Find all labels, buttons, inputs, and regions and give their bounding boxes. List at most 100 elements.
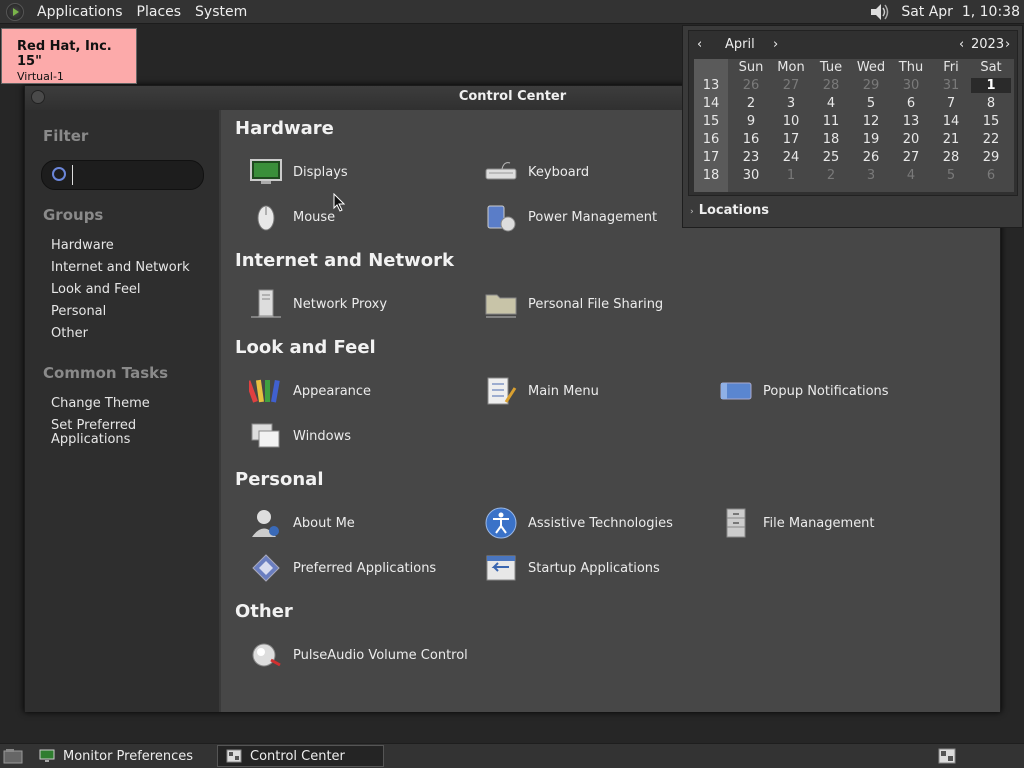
calendar-today[interactable]: 1	[971, 78, 1011, 93]
distro-logo-icon[interactable]	[6, 2, 24, 21]
calendar-day[interactable]: 3	[851, 168, 891, 183]
item-main-menu[interactable]: Main Menu	[484, 371, 599, 411]
calendar-day[interactable]: 31	[931, 78, 971, 93]
taskbar-control-center[interactable]: Control Center	[217, 745, 385, 767]
calendar-day[interactable]: 11	[811, 114, 851, 129]
calendar-day[interactable]: 24	[771, 150, 811, 165]
calendar-day[interactable]: 19	[851, 132, 891, 147]
calendar-day[interactable]: 13	[891, 114, 931, 129]
item-power-management[interactable]: Power Management	[484, 197, 657, 237]
next-year-button[interactable]: ›	[1005, 37, 1010, 52]
calendar-day[interactable]: 29	[971, 150, 1011, 165]
sidebar-item-internet-network[interactable]: Internet and Network	[51, 257, 190, 279]
item-personal-file-sharing[interactable]: Personal File Sharing	[484, 284, 663, 324]
sidebar-item-other[interactable]: Other	[51, 323, 190, 345]
locations-label: Locations	[698, 203, 770, 218]
item-displays[interactable]: Displays	[249, 152, 348, 192]
calendar-day[interactable]: 10	[771, 114, 811, 129]
item-label: File Management	[763, 515, 875, 531]
clock[interactable]: Sat Apr 1, 10:38	[901, 4, 1024, 20]
calendar-day[interactable]: 8	[971, 96, 1011, 111]
calendar-day[interactable]: 29	[851, 78, 891, 93]
folder-share-icon	[485, 294, 517, 318]
menu-places[interactable]: Places	[130, 4, 189, 20]
menu-applications[interactable]: Applications	[30, 4, 130, 20]
next-month-button[interactable]: ›	[773, 37, 778, 52]
calendar-day[interactable]: 18	[811, 132, 851, 147]
item-startup-applications[interactable]: Startup Applications	[484, 548, 660, 588]
calendar-day[interactable]: 23	[731, 150, 771, 165]
tray-control-center-icon[interactable]	[938, 748, 956, 764]
prev-month-button[interactable]: ‹	[697, 37, 702, 52]
calendar-week-row: 16 16 17 18 19 20 21 22	[694, 132, 1014, 150]
item-appearance[interactable]: Appearance	[249, 371, 371, 411]
weekday-label: Sat	[980, 60, 1002, 75]
calendar-day[interactable]: 26	[731, 78, 771, 93]
calendar-day[interactable]: 2	[811, 168, 851, 183]
calendar-day[interactable]: 5	[851, 96, 891, 111]
windows-icon	[251, 423, 280, 448]
task-change-theme[interactable]: Change Theme	[51, 393, 161, 415]
item-file-management[interactable]: File Management	[719, 503, 875, 543]
calendar-day[interactable]: 3	[771, 96, 811, 111]
sidebar-item-look-feel[interactable]: Look and Feel	[51, 279, 190, 301]
bottom-panel: Monitor Preferences Control Center	[0, 743, 1024, 768]
calendar-day[interactable]: 27	[891, 150, 931, 165]
calendar-day[interactable]: 20	[891, 132, 931, 147]
calendar-day[interactable]: 21	[931, 132, 971, 147]
calendar-day[interactable]: 2	[731, 96, 771, 111]
item-assistive-technologies[interactable]: Assistive Technologies	[484, 503, 673, 543]
task-set-preferred-applications[interactable]: Set Preferred Applications	[51, 415, 161, 449]
calendar-day[interactable]: 4	[811, 96, 851, 111]
item-pulseaudio-volume-control[interactable]: PulseAudio Volume Control	[249, 635, 468, 675]
menu-system[interactable]: System	[188, 4, 254, 20]
calendar-day[interactable]: 9	[731, 114, 771, 129]
calendar-day[interactable]: 4	[891, 168, 931, 183]
calendar-day[interactable]: 25	[811, 150, 851, 165]
item-keyboard[interactable]: Keyboard	[484, 152, 589, 192]
weekday-label: Mon	[777, 60, 805, 75]
calendar-day[interactable]: 27	[771, 78, 811, 93]
item-label: Mouse	[293, 209, 336, 225]
calendar-day[interactable]: 5	[931, 168, 971, 183]
item-windows[interactable]: Windows	[249, 416, 351, 456]
calendar-day[interactable]: 6	[891, 96, 931, 111]
window-menu-icon[interactable]	[31, 90, 45, 104]
section-title-hardware: Hardware	[235, 118, 334, 139]
calendar-day[interactable]: 28	[811, 78, 851, 93]
item-mouse[interactable]: Mouse	[249, 197, 335, 237]
search-input[interactable]	[72, 165, 192, 185]
calendar-widget: ‹ April › ‹ 2023 › Sun Mon Tue Wed Thu Fri Sat…	[688, 30, 1018, 196]
calendar-day[interactable]: 15	[971, 114, 1011, 129]
search-box[interactable]	[41, 160, 204, 190]
calendar-day[interactable]: 1	[771, 168, 811, 183]
show-desktop-icon[interactable]	[3, 748, 23, 764]
calendar-day[interactable]: 30	[731, 168, 771, 183]
taskbar-monitor-preferences[interactable]: Monitor Preferences	[31, 745, 201, 767]
item-network-proxy[interactable]: Network Proxy	[249, 284, 387, 324]
calendar-day[interactable]: 6	[971, 168, 1011, 183]
calendar-day[interactable]: 26	[851, 150, 891, 165]
calendar-day[interactable]: 12	[851, 114, 891, 129]
calendar-day[interactable]: 22	[971, 132, 1011, 147]
item-about-me[interactable]: About Me	[249, 503, 355, 543]
calendar-day[interactable]: 28	[931, 150, 971, 165]
calendar-day[interactable]: 17	[771, 132, 811, 147]
taskbar-label: Control Center	[250, 748, 345, 764]
monitor-label-title: Red Hat, Inc. 15"	[17, 39, 112, 69]
volume-icon[interactable]	[869, 2, 891, 22]
weekday-label: Wed	[856, 60, 886, 75]
calendar-year: 2023	[971, 36, 1005, 52]
calendar-day[interactable]: 16	[731, 132, 771, 147]
item-popup-notifications[interactable]: Popup Notifications	[719, 371, 889, 411]
locations-expander[interactable]: › Locations	[690, 203, 769, 218]
prev-year-button[interactable]: ‹	[959, 37, 964, 52]
sidebar-item-hardware[interactable]: Hardware	[51, 235, 190, 257]
item-preferred-applications[interactable]: Preferred Applications	[249, 548, 436, 588]
sidebar-item-personal[interactable]: Personal	[51, 301, 190, 323]
startup-applications-icon	[486, 555, 516, 581]
calendar-day[interactable]: 7	[931, 96, 971, 111]
calendar-day[interactable]: 30	[891, 78, 931, 93]
displays-icon	[250, 159, 282, 184]
calendar-day[interactable]: 14	[931, 114, 971, 129]
